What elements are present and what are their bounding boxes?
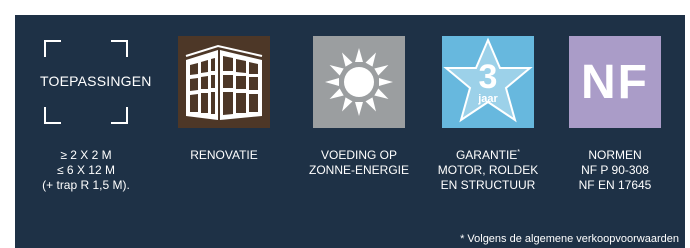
caption-line: (+ trap R 1,5 M). xyxy=(42,178,130,192)
normen-tile: NF xyxy=(569,36,661,128)
caption-line: NORMEN xyxy=(588,148,642,162)
caption-line: ≥ 2 X 2 M xyxy=(60,148,112,162)
frame-corner-bottom-left xyxy=(44,107,61,124)
zonne-energie-tile xyxy=(313,36,405,128)
badge-number: 3 xyxy=(479,58,498,96)
caption-line: ZONNE-ENERGIE xyxy=(308,163,409,177)
garantie-tile: 3 jaar xyxy=(442,36,534,128)
sun-icon xyxy=(325,48,393,116)
toepassingen-tile: TOEPASSINGEN xyxy=(40,36,152,128)
frame-corner-bottom-right xyxy=(111,107,128,124)
caption-line: MOTOR, ROLDEK xyxy=(437,163,539,177)
footnote: * Volgens de algemene verkoopvoorwaarden xyxy=(460,233,679,245)
nf-logo: NF xyxy=(581,56,649,109)
toepassingen-label: TOEPASSINGEN xyxy=(40,73,152,89)
badge-unit: jaar xyxy=(477,93,498,105)
garantie-caption: GARANTIE* MOTOR, ROLDEK EN STRUCTUUR xyxy=(418,148,558,193)
normen-caption: NORMEN NF P 90-308 NF EN 17645 xyxy=(545,148,685,193)
caption-line: EN STRUCTUUR xyxy=(440,178,536,192)
frame-corner-top-left xyxy=(44,40,61,57)
caption-line: NF P 90-308 xyxy=(581,163,649,177)
toepassingen-caption: ≥ 2 X 2 M ≤ 6 X 12 M (+ trap R 1,5 M). xyxy=(16,148,156,193)
star-badge-icon: 3 jaar xyxy=(443,37,533,123)
footnote-mark: * xyxy=(517,149,521,156)
caption-line: NF EN 17645 xyxy=(578,178,652,192)
feature-panel: TOEPASSINGEN ≥ 2 X 2 M ≤ 6 X 12 M (+ tra… xyxy=(15,15,685,248)
caption-line: VOEDING OP xyxy=(320,148,397,162)
caption-line: GARANTIE* xyxy=(418,148,558,163)
renovatie-tile xyxy=(178,36,270,128)
frame-corner-top-right xyxy=(111,40,128,57)
garantie-word: GARANTIE xyxy=(455,148,518,162)
building-facade-icon xyxy=(185,44,263,120)
caption-line: RENOVATIE xyxy=(190,148,258,162)
zonne-energie-caption: VOEDING OP ZONNE-ENERGIE xyxy=(289,148,429,178)
caption-line: ≤ 6 X 12 M xyxy=(57,163,115,177)
renovatie-caption: RENOVATIE xyxy=(154,148,294,163)
